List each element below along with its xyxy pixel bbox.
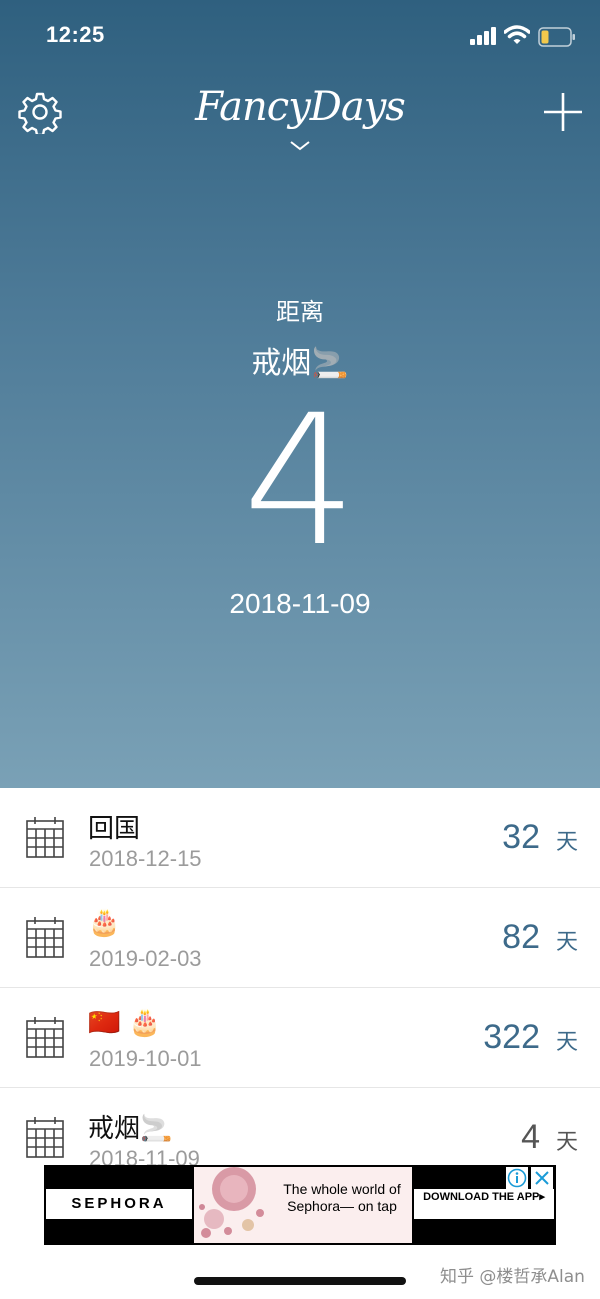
ad-download-button[interactable]: DOWNLOAD THE APP▸ <box>414 1189 554 1219</box>
event-day-count: 4 <box>521 1118 540 1156</box>
event-title: 🎂 <box>88 908 121 938</box>
event-row[interactable]: 🇨🇳 🎂 2019-10-01 322 天 <box>0 988 600 1088</box>
signal-icon <box>470 27 496 45</box>
event-title: 🇨🇳 🎂 <box>88 1008 162 1038</box>
hero-banner: 12:25 FancyDays 距离 戒烟🚬 4 2018-11-09 <box>0 0 600 788</box>
ad-banner[interactable]: SEPHORA The whole world of Sephora— on t… <box>44 1165 556 1245</box>
calendar-icon <box>26 1117 64 1158</box>
event-day-count: 32 <box>502 818 540 856</box>
watermark: 知乎 @楼哲承Alan <box>440 1267 585 1287</box>
ad-image: The whole world of Sephora— on tap <box>194 1167 412 1243</box>
hero-event-title: 戒烟🚬 <box>251 346 349 381</box>
event-date: 2018-12-15 <box>89 846 202 871</box>
app-logo: FancyDays <box>195 84 406 130</box>
home-indicator[interactable] <box>194 1277 406 1285</box>
event-title: 戒烟🚬 <box>88 1114 173 1144</box>
event-row[interactable]: 🎂 2019-02-03 82 天 <box>0 888 600 988</box>
event-day-count: 322 <box>483 1018 540 1056</box>
battery-icon <box>538 27 575 47</box>
event-day-unit: 天 <box>555 1030 578 1055</box>
ad-tagline: The whole world of Sephora— on tap <box>283 1181 401 1214</box>
add-event-icon[interactable] <box>541 90 585 134</box>
wifi-icon <box>504 25 530 44</box>
ad-info-icon[interactable] <box>506 1167 528 1189</box>
event-day-unit: 天 <box>555 930 578 955</box>
event-row[interactable]: 回国 2018-12-15 32 天 <box>0 788 600 888</box>
event-day-count: 82 <box>502 918 540 956</box>
event-day-unit: 天 <box>555 830 578 855</box>
event-list: 回国 2018-12-15 32 天 🎂 2019-02-03 82 天 🇨🇳 … <box>0 788 600 1187</box>
event-date: 2019-10-01 <box>89 1046 202 1071</box>
status-time: 12:25 <box>46 22 105 47</box>
makeup-powder-image <box>199 1167 264 1238</box>
chevron-down-icon[interactable] <box>289 140 311 152</box>
hero-event-date: 2018-11-09 <box>229 588 371 619</box>
ad-close-icon[interactable] <box>531 1167 553 1189</box>
hero-day-count: 4 <box>242 377 358 586</box>
event-date: 2019-02-03 <box>89 946 202 971</box>
calendar-icon <box>26 917 64 958</box>
event-title: 回国 <box>88 814 141 844</box>
event-day-unit: 天 <box>555 1130 578 1155</box>
status-bar: 12:25 <box>0 0 600 70</box>
ad-brand-logo: SEPHORA <box>46 1189 192 1219</box>
calendar-icon <box>26 1017 64 1058</box>
distance-label: 距离 <box>276 298 324 326</box>
calendar-icon <box>26 817 64 858</box>
